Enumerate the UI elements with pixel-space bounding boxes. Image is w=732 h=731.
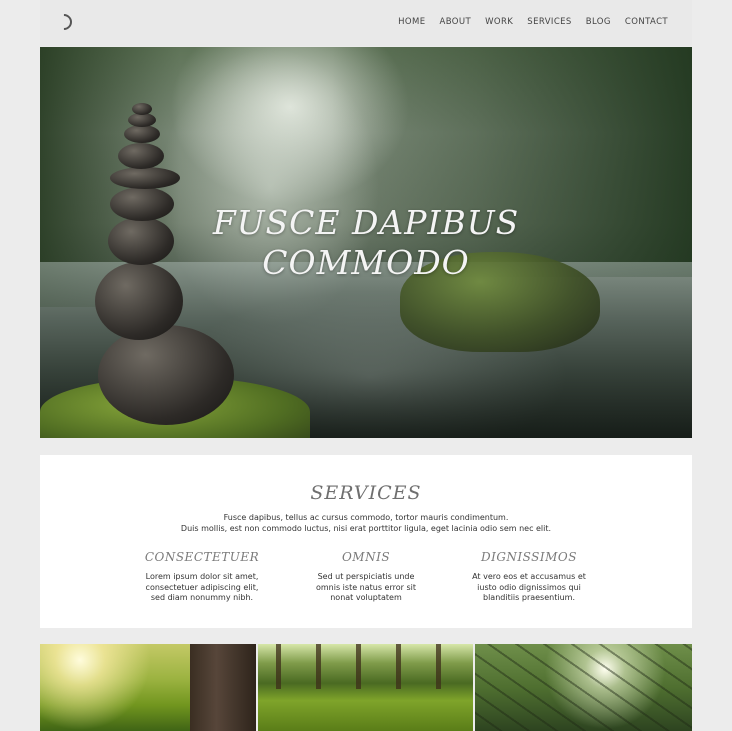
gallery-image-sunlit-meadow[interactable] [40,644,256,731]
service-text: Lorem ipsum dolor sit amet, consectetuer… [127,572,277,604]
service-text-line: At vero eos et accusamus et [472,572,586,581]
nav-services[interactable]: SERVICES [527,17,571,27]
hero-title-line2: COMMODO [262,243,470,282]
service-text: At vero eos et accusamus et iusto odio d… [454,572,604,604]
nav-work[interactable]: WORK [485,17,513,27]
service-column-omnis: OMNIS Sed ut perspiciatis unde omnis ist… [291,550,441,604]
nav-home[interactable]: HOME [398,17,425,27]
image-gallery [40,644,692,731]
service-text-line: Lorem ipsum dolor sit amet, [145,572,259,581]
service-text-line: consectetuer adipiscing elit, [145,582,259,592]
services-title: SERVICES [310,482,422,504]
services-intro-line1: Fusce dapibus, tellus ac cursus commodo,… [223,513,509,522]
hero-image: FUSCE DAPIBUS COMMODO [40,47,692,438]
tree-trunk [190,644,256,731]
page: HOME ABOUT WORK SERVICES BLOG CONTACT FU… [40,0,692,731]
main-nav: HOME ABOUT WORK SERVICES BLOG CONTACT [398,17,668,27]
tree-trunks [258,644,473,689]
hero-title: FUSCE DAPIBUS COMMODO [40,203,692,283]
service-text-line: iusto odio dignissimos qui [477,582,581,592]
nav-about[interactable]: ABOUT [440,17,472,27]
service-title: DIGNISSIMOS [480,550,577,564]
gallery-image-mossy-forest[interactable] [258,644,473,731]
gallery-image-canopy[interactable] [475,644,692,731]
service-text-line: blanditiis praesentium. [483,593,575,602]
hero-title-line1: FUSCE DAPIBUS [212,203,520,242]
service-title: CONSECTETUER [144,550,260,564]
service-column-dignissimos: DIGNISSIMOS At vero eos et accusamus et … [454,550,604,604]
services-intro-line2: Duis mollis, est non commodo luctus, nis… [180,523,552,533]
services-section: SERVICES Fusce dapibus, tellus ac cursus… [40,455,692,628]
service-title: OMNIS [341,550,391,564]
services-intro: Fusce dapibus, tellus ac cursus commodo,… [40,513,692,534]
service-column-consectetuer: CONSECTETUER Lorem ipsum dolor sit amet,… [127,550,277,604]
header-bar: HOME ABOUT WORK SERVICES BLOG CONTACT [40,0,692,46]
service-text-line: sed diam nonummy nibh. [150,593,254,602]
service-text-line: omnis iste natus error sit [315,582,416,592]
service-text-line: nonat voluptatem [330,593,402,602]
nav-contact[interactable]: CONTACT [625,17,668,27]
nav-blog[interactable]: BLOG [586,17,611,27]
tree-branches [475,644,692,731]
service-text-line: Sed ut perspiciatis unde [317,572,415,581]
circle-arc-logo-icon[interactable] [52,10,76,34]
service-text: Sed ut perspiciatis unde omnis iste natu… [291,572,441,604]
